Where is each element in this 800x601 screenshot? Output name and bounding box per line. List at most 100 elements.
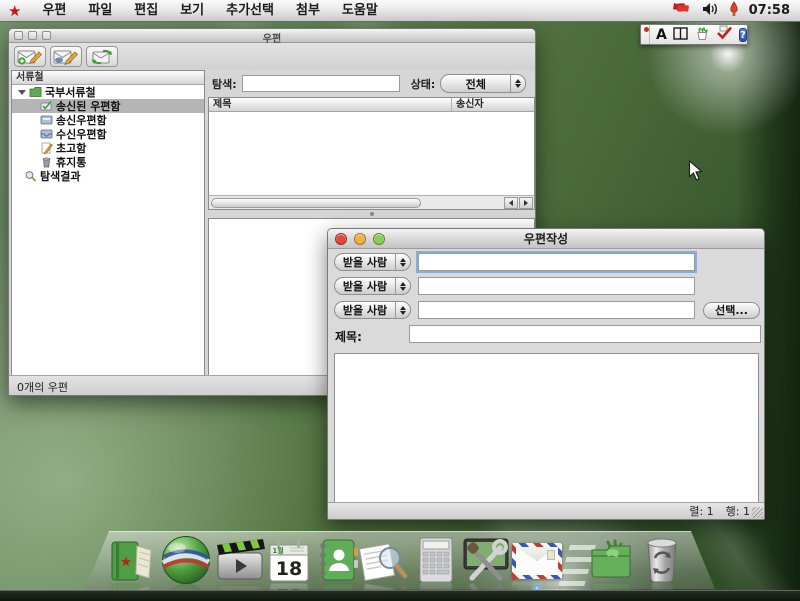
message-list-body[interactable]	[209, 112, 534, 195]
calculator-icon	[414, 536, 458, 584]
dock-item-utilities-folder[interactable]	[588, 538, 634, 582]
message-body-textarea[interactable]	[334, 353, 759, 503]
edit-mail-button[interactable]	[50, 46, 82, 67]
spellcheck-icon[interactable]	[716, 25, 733, 44]
edit-mail-icon	[53, 48, 79, 65]
mail-window-titlebar[interactable]: 우편	[9, 29, 535, 43]
pane-splitter[interactable]	[208, 210, 535, 218]
columns-view-icon[interactable]	[673, 25, 688, 44]
utilities-folder-icon	[588, 538, 634, 582]
dock-item-media-player[interactable]	[214, 536, 266, 584]
recipient-type-combo-2[interactable]: 받을 사람	[334, 277, 411, 295]
folder-panel-header[interactable]: 서류철	[12, 71, 204, 85]
status-filter-label: 상태:	[411, 76, 436, 92]
combo-value: 받을 사람	[335, 254, 395, 270]
tool-palette: A ?	[640, 24, 748, 45]
tree-item-drafts[interactable]: 초고함	[12, 141, 204, 155]
notebook-star-icon: ★	[108, 538, 156, 584]
scroll-left-button[interactable]	[504, 197, 518, 209]
folder-panel: 서류철 국부서류철 송신된 우편함 송신우편함 수신우편함 초고함	[11, 70, 205, 376]
dropdown-spinner-icon	[510, 75, 525, 92]
menu-edit[interactable]: 편집	[123, 0, 169, 21]
help-icon[interactable]: ?	[739, 28, 747, 42]
dock-item-address-book[interactable]	[314, 536, 360, 584]
menu-mail[interactable]: 우편	[31, 0, 77, 21]
compose-mail-button[interactable]	[14, 46, 46, 67]
compose-window-title: 우편작성	[328, 230, 764, 247]
mouse-cursor	[688, 160, 703, 181]
tree-item-inbox[interactable]: 수신우편함	[12, 127, 204, 141]
sent-mail-icon	[40, 100, 53, 112]
clapperboard-icon	[214, 536, 266, 584]
disclosure-triangle-icon[interactable]	[18, 90, 26, 95]
scrollbar-thumb[interactable]	[211, 198, 421, 208]
search-row: 탐색: 상태: 전체	[208, 70, 535, 97]
tree-item-outbox[interactable]: 송신우편함	[12, 113, 204, 127]
outbox-icon	[40, 114, 53, 126]
dock-item-browser[interactable]	[160, 534, 212, 586]
recipient-input-2[interactable]	[418, 277, 695, 295]
tree-label: 탐색결과	[40, 168, 80, 184]
menu-help[interactable]: 도움말	[331, 0, 389, 21]
row-indicator: 행: 1	[726, 503, 750, 519]
message-list-header: 제목 송신자	[209, 98, 534, 112]
search-input[interactable]	[242, 75, 400, 92]
trash-icon	[640, 534, 684, 584]
subject-label: 제목:	[335, 328, 362, 345]
status-filter-dropdown[interactable]: 전체	[440, 74, 526, 93]
address-book-icon	[314, 536, 360, 584]
tree-item-search-results[interactable]: 탐색결과	[12, 169, 204, 183]
compose-titlebar[interactable]: 우편작성	[328, 229, 764, 249]
horizontal-scrollbar[interactable]	[209, 195, 534, 209]
column-indicator: 렬: 1	[689, 503, 713, 519]
dock-item-mail[interactable]	[512, 543, 562, 579]
brush-cup-icon[interactable]	[694, 25, 710, 45]
subject-input[interactable]	[409, 325, 761, 343]
recipient-input-3[interactable]	[418, 301, 695, 319]
search-label: 탐색:	[212, 76, 237, 92]
column-header-sender[interactable]: 송신자	[452, 98, 488, 111]
mail-toolbar	[9, 43, 535, 69]
column-header-subject[interactable]: 제목	[209, 98, 452, 111]
menu-options[interactable]: 추가선택	[215, 0, 285, 21]
menubar: ★ 우편 파일 편집 보기 추가선택 첨부 도움말 07:58	[0, 0, 800, 22]
combo-value: 받을 사람	[335, 278, 395, 294]
magnifier-icon	[24, 170, 37, 182]
dock-item-file-search[interactable]	[356, 538, 408, 584]
folder-icon	[29, 86, 42, 98]
combo-spinner-icon	[395, 302, 410, 318]
scroll-right-button[interactable]	[519, 197, 533, 209]
palette-close-button[interactable]	[644, 25, 650, 44]
tree-item-trash[interactable]: 휴지통	[12, 155, 204, 169]
resize-grip[interactable]	[752, 507, 763, 518]
stamp-icon	[547, 550, 555, 560]
dock-item-system-tools[interactable]	[460, 534, 512, 584]
recipient-input-1[interactable]	[418, 253, 695, 271]
clock[interactable]: 07:58	[749, 3, 790, 18]
recipient-type-combo-3[interactable]: 받을 사람	[334, 301, 411, 319]
dock-item-documents[interactable]: ★	[108, 538, 156, 584]
menu-view[interactable]: 보기	[169, 0, 215, 21]
send-receive-button[interactable]	[86, 46, 118, 67]
red-star-menu-icon[interactable]: ★	[0, 1, 31, 21]
new-mail-icon	[17, 48, 43, 65]
recipient-type-combo-1[interactable]: 받을 사람	[334, 253, 411, 271]
select-recipient-button[interactable]: 선택...	[703, 302, 760, 319]
svg-text:★: ★	[120, 555, 132, 570]
inbox-icon	[40, 128, 53, 140]
torch-flame-icon[interactable]	[728, 1, 740, 21]
dock-item-calendar[interactable]: 1월18	[266, 536, 312, 584]
dock-item-trash[interactable]	[640, 534, 684, 584]
dock-item-calculator[interactable]	[414, 536, 458, 584]
combo-spinner-icon	[395, 254, 410, 270]
menu-file[interactable]: 파일	[77, 0, 123, 21]
draft-pencil-icon	[40, 142, 53, 154]
red-flag-icon[interactable]	[672, 2, 692, 20]
tree-item-sent-mailbox[interactable]: 송신된 우편함	[12, 99, 204, 113]
status-filter-value: 전체	[441, 76, 510, 92]
volume-speaker-icon[interactable]	[701, 2, 719, 20]
tree-item-local-folders[interactable]: 국부서류철	[12, 85, 204, 99]
menu-attach[interactable]: 첨부	[285, 0, 331, 21]
monitor-tools-icon	[460, 534, 512, 584]
text-tool-icon[interactable]: A	[656, 26, 667, 44]
